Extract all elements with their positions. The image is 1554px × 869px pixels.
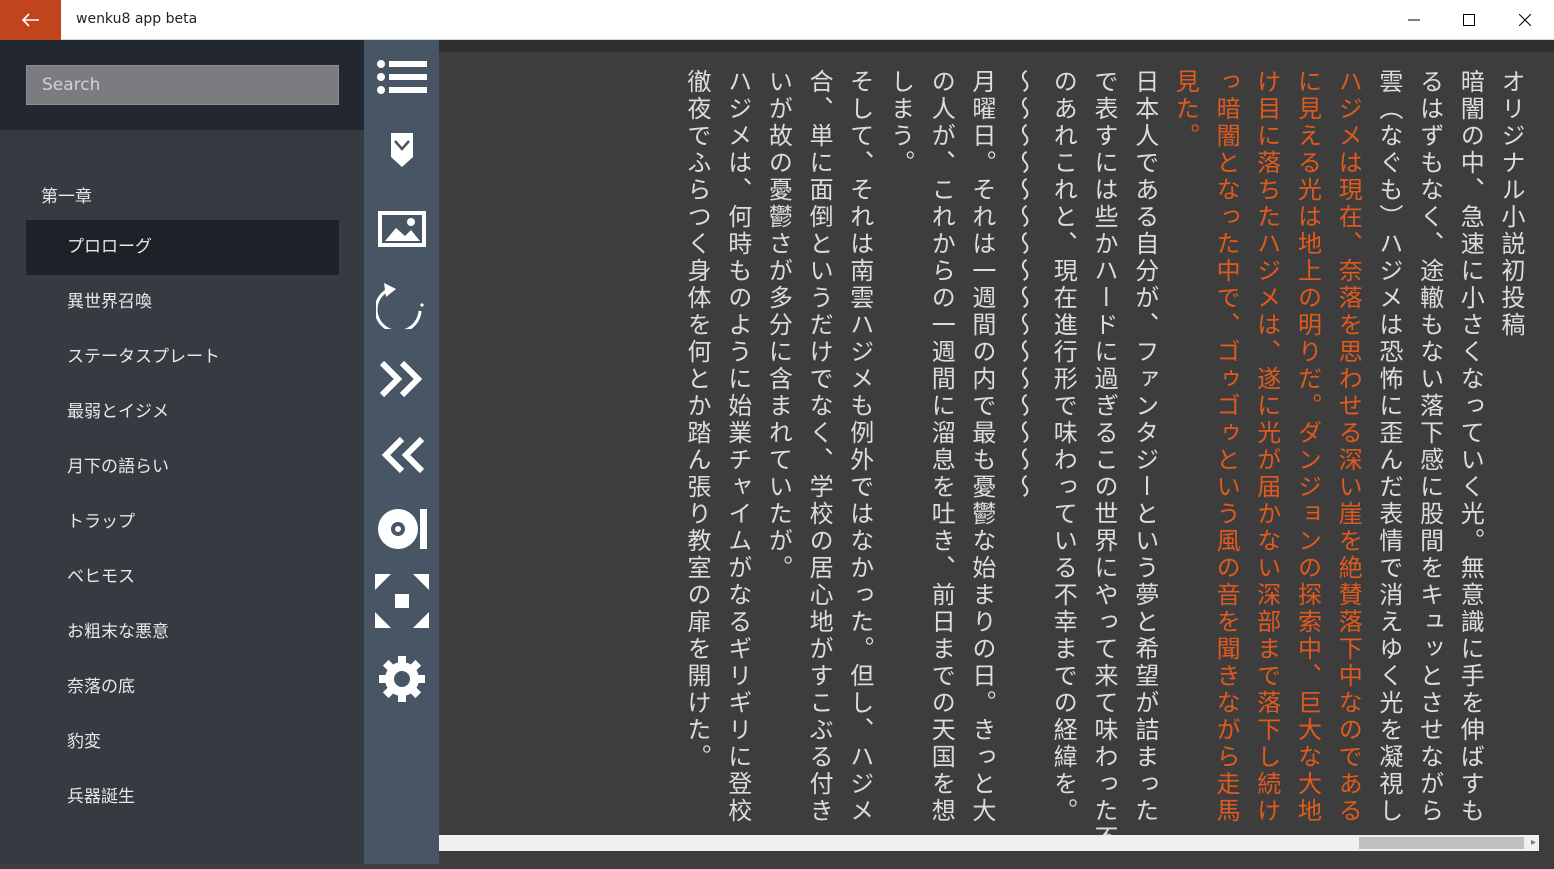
image-icon — [377, 211, 426, 247]
text-column: っ暗闇となった中で、ゴゥゴゥという風の音を聞きながら走馬 — [1212, 69, 1241, 825]
contents-button[interactable] — [364, 46, 439, 108]
text-column: ハジメは、何時ものように始業チャイムがなるギリギリに登校 — [723, 69, 752, 825]
text-column: 合、単に面倒というだけでなく、学校の居心地がすこぶる付き — [805, 69, 834, 825]
app-title: wenku8 app beta — [76, 11, 198, 27]
fullscreen-button[interactable] — [364, 570, 439, 632]
search-area — [0, 40, 364, 130]
title-bar: wenku8 app beta — [0, 0, 1554, 40]
horizontal-scrollbar[interactable]: ▸ — [439, 835, 1539, 851]
text-column: そして、それは南雲ハジメも例外ではなかった。但し、ハジメ — [845, 69, 874, 825]
scrollbar-thumb[interactable] — [1359, 837, 1524, 849]
maximize-button[interactable] — [1441, 0, 1497, 40]
text-column: の人が、これからの一週間に溜息を吐き、前日までの天国を想 — [927, 69, 956, 825]
text-column: ハジメは現在、奈落を思わせる深い崖を絶賛落下中なのである — [1334, 69, 1363, 825]
text-column: のあれこれと、現在進行形で味わっている不幸までの経緯を。 — [1049, 69, 1078, 825]
chapter-item[interactable]: 月下の語らい — [26, 440, 339, 495]
text-column: しまう。 — [886, 69, 915, 177]
chapter-item[interactable]: 最弱とイジメ — [26, 385, 339, 440]
settings-button[interactable] — [364, 648, 439, 710]
image-button[interactable] — [364, 198, 439, 260]
bookmark-button[interactable] — [364, 120, 439, 182]
next-chapter-button[interactable] — [364, 348, 439, 410]
text-column: ～～～～～～～～～～～～～～～～ — [1008, 69, 1037, 501]
reader-top-strip — [439, 40, 1554, 52]
next-chapter-icon — [379, 360, 422, 398]
chapter-sidebar: 第一章 プロローグ 異世界召喚 ステータスプレート 最弱とイジメ 月下の語らい … — [0, 40, 364, 864]
search-input[interactable] — [27, 66, 338, 104]
minimize-icon — [1408, 19, 1420, 21]
text-column: 暗闇の中、急速に小さくなっていく光。無意識に手を伸ばすも — [1456, 69, 1485, 825]
previous-chapter-icon — [381, 436, 424, 474]
chapter-item[interactable]: プロローグ — [26, 220, 339, 275]
chapter-item[interactable]: ベヒモス — [26, 550, 339, 605]
text-column: 雲（なぐも）ハジメは恐怖に歪んだ表情で消えゆく光を凝視し — [1374, 69, 1403, 825]
reader-toolbar — [364, 40, 439, 864]
text-column: 日本人である自分が、ファンタジーという夢と希望が詰まった — [1130, 69, 1159, 825]
chapter-item[interactable]: 奈落の底 — [26, 660, 339, 715]
close-icon — [1519, 14, 1531, 26]
text-column: るはずもなく、途轍もない落下感に股間をキュッとさせながら — [1415, 69, 1444, 825]
minimize-button[interactable] — [1386, 0, 1442, 40]
chapter-list: プロローグ 異世界召喚 ステータスプレート 最弱とイジメ 月下の語らい トラップ… — [26, 220, 339, 825]
search-box[interactable] — [26, 65, 339, 105]
chapter-item[interactable]: お粗末な悪意 — [26, 605, 339, 660]
text-column: 徹夜でふらつく身体を何とか踏ん張り教室の扉を開けた。 — [683, 69, 711, 771]
bookmark-icon — [390, 133, 413, 167]
chapter-header: 第一章 — [41, 187, 92, 207]
refresh-button[interactable] — [364, 274, 439, 336]
text-column: け目に落ちたハジメは、遂に光が届かない深部まで落下し続け — [1252, 69, 1281, 825]
reading-area[interactable]: オリジナル小説初投稿 暗闇の中、急速に小さくなっていく光。無意識に手を伸ばすも るは… — [439, 40, 1554, 864]
chapter-item[interactable]: ステータスプレート — [26, 330, 339, 385]
back-arrow-icon — [21, 13, 39, 27]
text-column: 見た。 — [1171, 69, 1200, 150]
previous-chapter-button[interactable] — [364, 424, 439, 486]
settings-icon — [378, 656, 425, 702]
chapter-item[interactable]: 豹変 — [26, 715, 339, 770]
close-button[interactable] — [1497, 0, 1553, 40]
chapter-item[interactable]: トラップ — [26, 495, 339, 550]
disc-icon — [377, 509, 427, 549]
text-column: オリジナル小説初投稿 — [1497, 69, 1525, 339]
text-column: 月曜日。それは一週間の内で最も憂鬱な始まりの日。きっと大 — [967, 69, 996, 825]
text-column: に見える光は地上の明りだ。ダンジョンの探索中、巨大な大地 — [1293, 69, 1322, 825]
chapter-item[interactable]: 兵器誕生 — [26, 770, 339, 825]
list-icon — [376, 60, 427, 94]
refresh-icon — [375, 283, 424, 329]
text-column: いが故の憂鬱さが多分に含まれていたが。 — [764, 69, 793, 582]
text-column: で表すには些かハードに過ぎるこの世界にやって来て味わった不 — [1090, 69, 1118, 852]
scroll-right-icon[interactable]: ▸ — [1528, 835, 1539, 851]
maximize-icon — [1463, 14, 1475, 26]
fullscreen-icon — [374, 574, 429, 628]
disc-button[interactable] — [364, 498, 439, 560]
chapter-item[interactable]: 異世界召喚 — [26, 275, 339, 330]
back-button[interactable] — [0, 0, 61, 40]
